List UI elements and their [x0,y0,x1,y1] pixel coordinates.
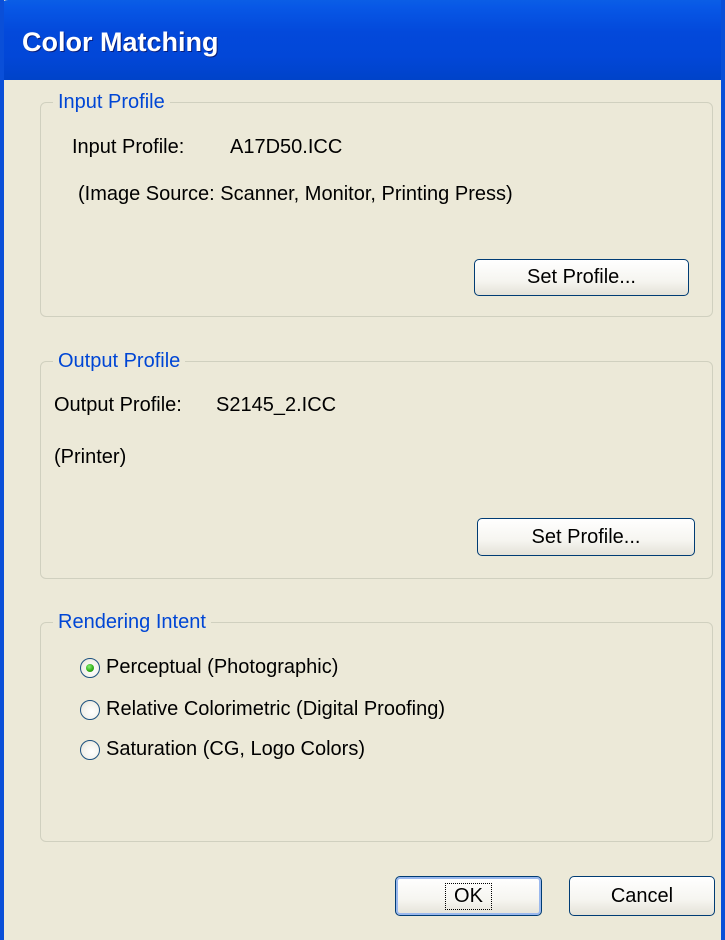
output-profile-note: (Printer) [54,446,127,468]
output-profile-label: Output Profile: [54,394,182,416]
radio-button-relative-colorimetric[interactable] [80,699,100,720]
input-set-profile-button[interactable]: Set Profile... [474,259,689,296]
radio-button-saturation[interactable] [80,739,100,760]
rendering-intent-group: Rendering Intent [40,609,713,842]
radio-label-perceptual: Perceptual (Photographic) [106,656,339,678]
output-profile-group-label: Output Profile [53,348,186,374]
input-profile-group-label: Input Profile [53,89,170,115]
title-bar[interactable]: Color Matching [4,0,721,80]
radio-label-relative-colorimetric: Relative Colorimetric (Digital Proofing) [106,698,445,720]
radio-option-relative-colorimetric[interactable]: Relative Colorimetric (Digital Proofing) [80,698,445,721]
radio-selected-dot [86,663,94,672]
output-set-profile-button[interactable]: Set Profile... [477,518,695,556]
input-profile-note: (Image Source: Scanner, Monitor, Printin… [78,183,513,205]
color-matching-dialog: Color Matching Input Profile Input Profi… [0,0,725,940]
ok-button-label: OK [445,882,492,910]
ok-button[interactable]: OK [395,876,542,916]
rendering-intent-group-label: Rendering Intent [53,609,211,635]
cancel-button[interactable]: Cancel [569,876,715,916]
input-profile-label: Input Profile: [72,136,185,158]
radio-button-perceptual[interactable] [80,657,100,678]
radio-option-perceptual[interactable]: Perceptual (Photographic) [80,656,338,679]
radio-option-saturation[interactable]: Saturation (CG, Logo Colors) [80,738,365,761]
window-title: Color Matching [22,27,219,57]
radio-label-saturation: Saturation (CG, Logo Colors) [106,738,366,760]
input-profile-value: A17D50.ICC [230,136,343,158]
output-profile-value: S2145_2.ICC [216,394,337,416]
